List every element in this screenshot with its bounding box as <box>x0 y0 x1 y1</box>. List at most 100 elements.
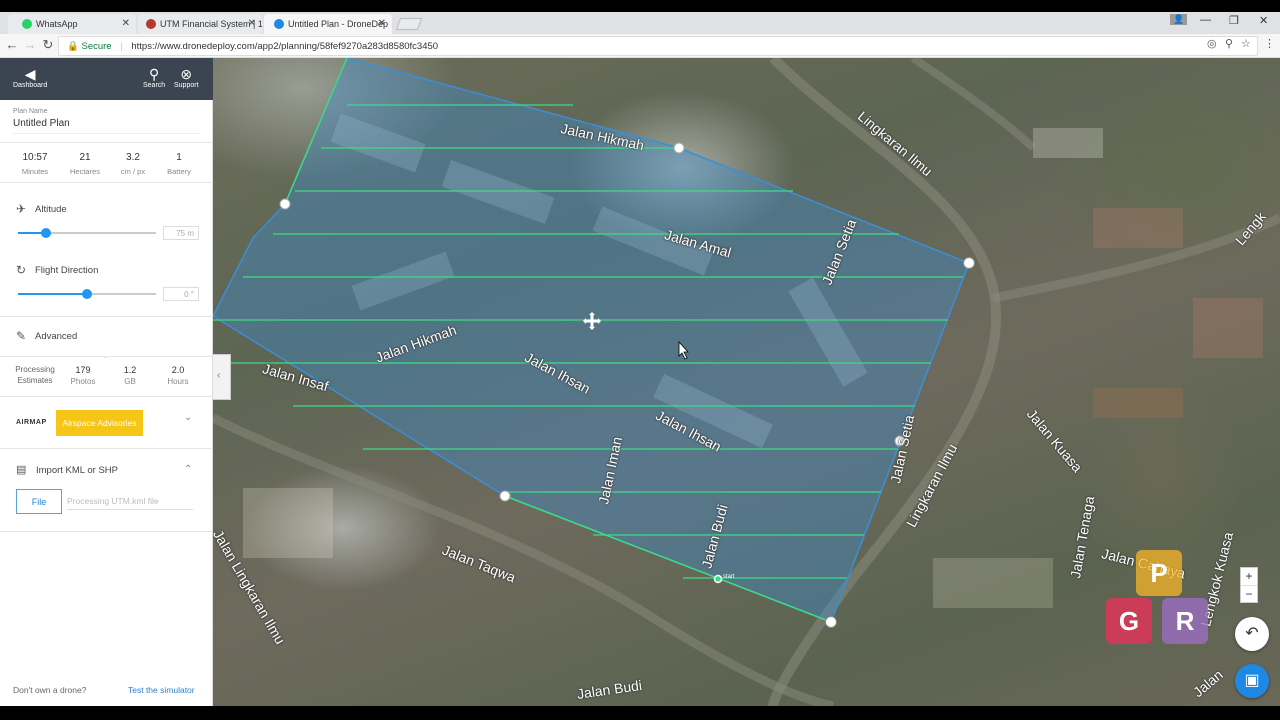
stat-hectares: 21 Hectares <box>60 152 110 176</box>
close-icon[interactable]: ✕ <box>378 18 386 29</box>
lock-icon: 🔒 <box>67 41 79 52</box>
import-icon: ▤ <box>16 464 27 476</box>
search-label: Search <box>143 82 166 89</box>
divider <box>0 142 213 143</box>
taskbar-strip <box>0 706 1280 720</box>
stat-minutes: 10:57 Minutes <box>10 152 60 176</box>
estimate-hours: 2.0 Hours <box>153 365 203 386</box>
estimate-label: GB <box>124 377 136 386</box>
dashboard-button[interactable]: ◀ Dashboard <box>13 66 47 89</box>
url-text: https://www.dronedeploy.com/app2/plannin… <box>131 41 439 52</box>
zoom-control: + − <box>1240 567 1258 603</box>
utm-icon <box>146 19 156 29</box>
flight-direction-value-field[interactable]: 0 ° <box>163 287 199 301</box>
map-canvas[interactable]: Jalan Hikmah Jalan Amal Jalan Setia Ling… <box>213 58 1280 706</box>
altitude-slider-handle[interactable] <box>40 228 51 238</box>
stat-battery: 1 Battery <box>154 152 204 176</box>
divider <box>0 356 213 357</box>
watermark-tile: G <box>1106 598 1152 644</box>
new-tab-button[interactable] <box>395 18 423 30</box>
estimate-label: Hours <box>167 377 189 386</box>
close-icon[interactable]: ✕ <box>248 18 256 29</box>
collapse-sidebar-button[interactable]: ‹ <box>213 354 231 400</box>
whatsapp-icon <box>22 19 32 29</box>
processing-label-line1: Processing <box>15 365 55 374</box>
flight-direction-slider-handle[interactable] <box>82 289 92 299</box>
profile-icon[interactable]: 👤 <box>1170 14 1188 25</box>
altitude-slider[interactable] <box>18 228 156 238</box>
tab-dronedeploy[interactable]: Untitled Plan - DroneDep ✕ <box>264 14 392 34</box>
processing-label-line2: Estimates <box>17 376 53 385</box>
airplane-icon: ✈ <box>16 202 27 216</box>
rotate-icon: ↻ <box>16 263 27 277</box>
planning-sidebar: ◀ Dashboard ⚲ Search ⊗ Support Plan Name… <box>0 58 213 706</box>
divider <box>0 316 213 317</box>
stat-value: 3.2 <box>126 152 140 163</box>
close-icon[interactable]: ✕ <box>122 18 130 29</box>
airmap-logo: AIRMAP <box>16 419 47 426</box>
undo-button[interactable]: ↶ <box>1235 617 1269 651</box>
support-label: Support <box>174 82 199 89</box>
stat-value: 1 <box>176 152 182 163</box>
forward-icon[interactable]: → <box>22 37 38 52</box>
road <box>910 58 1036 151</box>
stat-resolution: 3.2 cm / px <box>108 152 158 176</box>
estimate-label: Photos <box>70 377 96 386</box>
secure-label: Secure <box>81 41 112 52</box>
polygon-vertex-handle[interactable] <box>963 257 975 269</box>
save-icon: ▣ <box>1244 672 1260 689</box>
reload-icon[interactable]: ↻ <box>40 37 56 53</box>
start-marker[interactable] <box>713 574 723 584</box>
airspace-advisories-button[interactable]: Airspace Advisories <box>56 410 143 436</box>
estimate-value: 2.0 <box>171 365 185 375</box>
tab-title: Untitled Plan - DroneDep <box>288 19 389 29</box>
save-button[interactable]: ▣ <box>1235 664 1269 698</box>
address-bar[interactable]: 🔒 Secure | https://www.dronedeploy.com/a… <box>58 36 1258 56</box>
stat-value: 10:57 <box>22 152 48 163</box>
sidebar-header: ◀ Dashboard ⚲ Search ⊗ Support <box>0 58 213 100</box>
processing-estimates-label: Processing Estimates <box>11 364 59 386</box>
flight-direction-slider[interactable] <box>18 289 156 299</box>
tab-title: WhatsApp <box>36 19 78 29</box>
dronedeploy-icon <box>274 19 284 29</box>
estimate-value: 179 <box>75 365 91 375</box>
advanced-label[interactable]: Advanced <box>35 331 77 342</box>
zoom-in-button[interactable]: + <box>1241 568 1257 585</box>
polygon-midpoint-handle[interactable] <box>279 198 291 210</box>
chevron-up-icon[interactable]: ⌃ <box>184 464 192 475</box>
import-kml-label: Import KML or SHP <box>36 465 119 476</box>
support-button[interactable]: ⊗ Support <box>174 66 199 89</box>
search-button[interactable]: ⚲ Search <box>143 66 165 89</box>
divider <box>0 448 213 449</box>
menu-icon[interactable]: ⋮ <box>1264 37 1275 50</box>
extension-icon[interactable]: ⚲ <box>1225 37 1233 50</box>
tab-utm-financial[interactable]: UTM Financial System | 1 ✕ <box>138 14 262 34</box>
chevron-down-icon[interactable]: ⌄ <box>184 412 192 423</box>
polygon-midpoint-handle[interactable] <box>673 142 685 154</box>
back-arrow-icon: ◀ <box>24 66 36 82</box>
polygon-vertex-handle[interactable] <box>825 616 837 628</box>
tab-whatsapp[interactable]: WhatsApp ✕ <box>8 14 136 34</box>
altitude-value-field[interactable]: 75 m <box>163 226 199 240</box>
watermark-logo: P G R <box>1106 550 1216 665</box>
start-label: start <box>723 574 735 580</box>
polygon-midpoint-handle[interactable] <box>499 490 511 502</box>
undo-icon: ↶ <box>1245 625 1259 642</box>
estimate-value: 1.2 <box>123 365 137 375</box>
altitude-label: Altitude <box>35 204 67 215</box>
minimize-icon[interactable]: — <box>1200 14 1211 26</box>
plan-name-input[interactable]: Untitled Plan <box>13 118 199 134</box>
maximize-icon[interactable]: ❐ <box>1229 14 1239 27</box>
location-icon[interactable]: ◎ <box>1207 37 1217 50</box>
test-simulator-link[interactable]: Test the simulator <box>128 685 195 695</box>
estimate-gb: 1.2 GB <box>105 365 155 386</box>
window-close-icon[interactable]: ✕ <box>1259 14 1268 27</box>
file-button[interactable]: File <box>16 489 62 514</box>
back-icon[interactable]: ← <box>4 37 20 52</box>
footer-question: Don't own a drone? <box>13 685 87 695</box>
bookmark-star-icon[interactable]: ☆ <box>1241 37 1251 50</box>
zoom-out-button[interactable]: − <box>1241 585 1257 602</box>
estimate-photos: 179 Photos <box>58 365 108 386</box>
file-name-field[interactable]: Processing UTM.kml file <box>67 496 193 510</box>
watermark-tile: P <box>1136 550 1182 596</box>
